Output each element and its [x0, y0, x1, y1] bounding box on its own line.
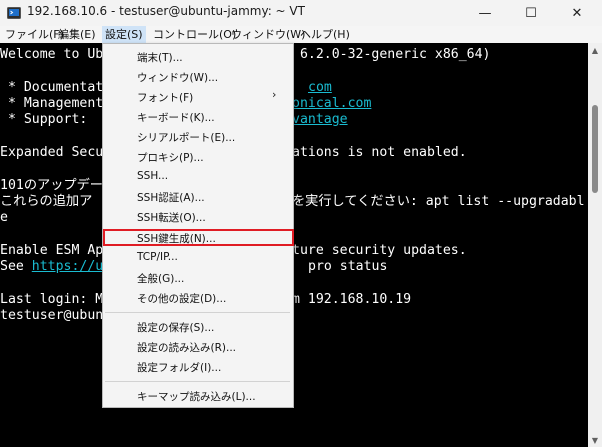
- menu-control[interactable]: コントロール(O): [150, 26, 239, 43]
- terminal-text: See: [0, 259, 32, 274]
- terminal-line: これらの追加ア: [0, 194, 93, 209]
- scroll-up-icon[interactable]: ▲: [588, 43, 602, 57]
- submenu-arrow-icon: ›: [272, 88, 277, 101]
- menu-item-ssh-forward[interactable]: SSH転送(O)...: [137, 210, 206, 225]
- terminal-link-text[interactable]: onical.com: [292, 96, 371, 111]
- minimize-button[interactable]: —: [462, 0, 508, 26]
- scroll-down-icon[interactable]: ▼: [588, 433, 602, 447]
- terminal-line: Welcome to Ubu: [0, 47, 112, 62]
- menu-item-general[interactable]: 全般(G)...: [137, 271, 184, 286]
- maximize-button[interactable]: ☐: [508, 0, 554, 26]
- menu-item-window[interactable]: ウィンドウ(W)...: [137, 70, 218, 85]
- app-icon: [7, 7, 21, 19]
- window-title: 192.168.10.6 - testuser@ubuntu-jammy: ~ …: [27, 4, 305, 18]
- menu-item-keyboard[interactable]: キーボード(K)...: [137, 110, 215, 125]
- terminal-line: Last login: Mo: [0, 292, 112, 307]
- menu-item-restore-setup[interactable]: 設定の読み込み(R)...: [137, 340, 236, 355]
- ssh-keygen-highlight-box: [103, 229, 294, 246]
- menu-item-setup-folder[interactable]: 設定フォルダ(I)...: [137, 360, 221, 375]
- terminal-link[interactable]: com: [308, 80, 332, 96]
- terminal-line: * Management:: [0, 96, 112, 111]
- terminal-line-tail: pro status: [308, 259, 388, 274]
- menu-item-serial-port[interactable]: シリアルポート(E)...: [137, 130, 235, 145]
- menu-settings[interactable]: 設定(S): [102, 26, 146, 43]
- terminal-line: * Documentati: [0, 80, 112, 95]
- close-button[interactable]: ✕: [554, 0, 600, 26]
- terminal-link[interactable]: vantage: [292, 112, 348, 128]
- menu-help[interactable]: ヘルプ(H): [297, 26, 353, 43]
- vertical-scrollbar[interactable]: ▲ ▼: [588, 43, 602, 447]
- terminal-line: Enable ESM App: [0, 243, 112, 258]
- menu-item-terminal[interactable]: 端末(T)...: [137, 50, 183, 65]
- menu-separator: [105, 312, 290, 313]
- menu-item-tcpip[interactable]: TCP/IP...: [137, 251, 178, 263]
- menu-item-load-keymap[interactable]: キーマップ読み込み(L)...: [137, 389, 256, 404]
- menu-item-proxy[interactable]: プロキシ(P)...: [137, 150, 204, 165]
- menu-item-ssh-auth[interactable]: SSH認証(A)...: [137, 190, 205, 205]
- menu-separator: [105, 381, 290, 382]
- terminal-line-tail: m 192.168.10.19: [292, 292, 412, 307]
- menu-item-save-setup[interactable]: 設定の保存(S)...: [137, 320, 214, 335]
- terminal-link[interactable]: https://ub: [32, 259, 111, 274]
- terminal-line-tail: ture security updates.: [292, 243, 467, 258]
- menu-item-font[interactable]: フォント(F): [137, 90, 193, 105]
- terminal-line: * Support:: [0, 112, 88, 127]
- terminal-link[interactable]: onical.com: [292, 96, 371, 112]
- terminal-link-text[interactable]: com: [308, 80, 332, 95]
- terminal-line-tail: を実行してください: apt list --upgradabl: [292, 194, 585, 209]
- menu-edit[interactable]: 編集(E): [55, 26, 99, 43]
- terminal-line-tail: 6.2.0-32-generic x86_64): [292, 47, 491, 62]
- scroll-thumb[interactable]: [592, 105, 598, 193]
- terminal-line-tail: ations is not enabled.: [292, 145, 467, 160]
- terminal-line: See https://ub: [0, 259, 111, 275]
- terminal-line: e: [0, 210, 8, 225]
- title-bar: 192.168.10.6 - testuser@ubuntu-jammy: ~ …: [0, 0, 602, 26]
- terminal-line: 101のアップデー: [0, 178, 103, 193]
- menu-item-ssh[interactable]: SSH...: [137, 170, 168, 182]
- terminal-prompt: testuser@ubunt: [0, 308, 112, 323]
- terminal-link-text[interactable]: vantage: [292, 112, 348, 127]
- terminal-area[interactable]: Welcome to Ubu * Documentati * Managemen…: [0, 43, 588, 447]
- terminal-line: Expanded Secur: [0, 145, 112, 160]
- menu-item-additional-settings[interactable]: その他の設定(D)...: [137, 291, 226, 306]
- menu-bar: ファイル(F) 編集(E) 設定(S) コントロール(O) ウィンドウ(W) ヘ…: [0, 26, 602, 43]
